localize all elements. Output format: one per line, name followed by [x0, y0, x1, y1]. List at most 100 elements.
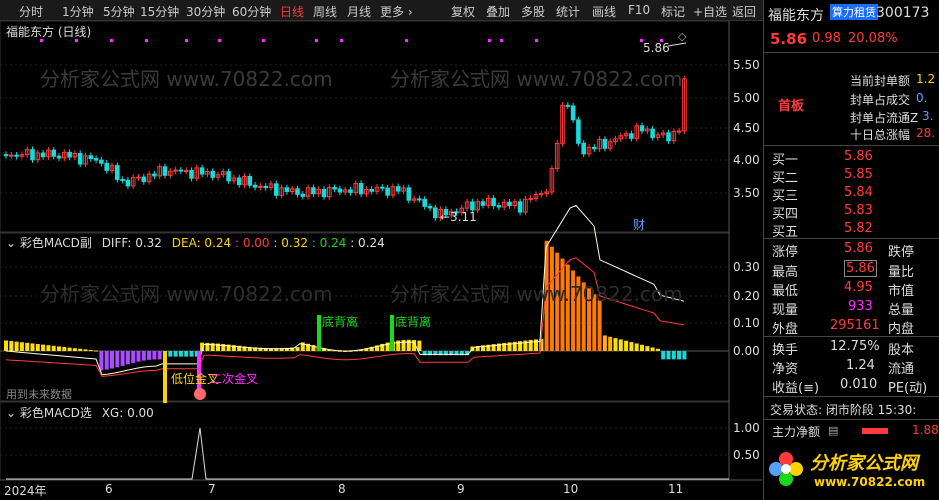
back-button[interactable]: 返回	[732, 3, 756, 20]
candle-body	[592, 146, 597, 150]
candle-body	[247, 176, 253, 186]
add-watchlist-button[interactable]: +自选	[693, 3, 727, 20]
candle-body	[77, 153, 83, 165]
stats-button[interactable]: 统计	[556, 3, 580, 20]
x-axis-label: 8	[338, 482, 346, 496]
macd-bar	[110, 351, 114, 369]
macd-bar	[608, 336, 613, 351]
golden-cross-bar-1	[163, 351, 167, 403]
tab-1min[interactable]: 1分钟	[62, 3, 94, 20]
x-axis-label: 7	[208, 482, 216, 496]
tab-more[interactable]: 更多 ›	[380, 3, 413, 20]
fund-label: 股本	[888, 343, 915, 358]
macd-bar	[4, 340, 8, 351]
high-price-marker: 5.86	[643, 41, 670, 55]
candle-body	[274, 183, 279, 196]
tab-5min[interactable]: 5分钟	[103, 3, 135, 20]
second-golden-cross-label: 二次金叉	[210, 371, 258, 386]
candle-body	[581, 142, 587, 155]
candle-body	[88, 155, 94, 160]
macd-bar	[152, 351, 157, 360]
multi-stock-button[interactable]: 多股	[521, 3, 545, 20]
macd-bar	[602, 335, 607, 351]
tab-fenshi[interactable]: 分时	[19, 3, 43, 20]
bid-label: 买一	[772, 153, 799, 168]
xg-axis-label: 0.50	[733, 448, 760, 462]
x-axis-label: 10	[563, 482, 579, 496]
mark-button[interactable]: 标记	[661, 3, 685, 20]
diamond-icon[interactable]: ◇	[678, 30, 687, 43]
quote-label: 最高	[772, 265, 799, 280]
macd-bar	[67, 347, 72, 351]
quote-label: 现量	[772, 303, 799, 318]
signal-dot	[340, 39, 343, 42]
macd-bar	[666, 351, 671, 360]
candle-body	[3, 154, 9, 157]
logo-url: www.70822.com	[814, 475, 926, 489]
tab-daily[interactable]: 日线	[280, 3, 304, 20]
overlay-button[interactable]: 叠加	[486, 3, 510, 20]
fuquan-button[interactable]: 复权	[451, 3, 475, 20]
tab-15min[interactable]: 15分钟	[140, 3, 179, 20]
quote-value: 5.86	[844, 260, 877, 277]
quote-value: 933	[848, 299, 873, 314]
kline-chart[interactable]: 底背离 底背离 低位金叉 二次金叉 5.86 ←3.11 财 ◇ 分析家公式网 …	[0, 21, 762, 500]
price-axis-label: 5.00	[733, 91, 760, 105]
candle-body	[136, 176, 141, 179]
candle-body	[99, 159, 104, 164]
candle-body	[406, 187, 412, 201]
macd-bar	[62, 347, 67, 351]
macd-bar	[640, 344, 644, 351]
main-pane-title: 福能东方 (日线)	[6, 25, 92, 39]
candle-body	[385, 187, 390, 196]
fund-value: 1.24	[846, 358, 875, 373]
finance-badge[interactable]: 财	[633, 218, 645, 232]
divergence-label-2: 底背离	[395, 314, 431, 329]
macd-bar	[19, 342, 24, 351]
candle-body	[507, 201, 512, 206]
macd-bar	[157, 351, 162, 360]
tab-60min[interactable]: 60分钟	[232, 3, 271, 20]
draw-button[interactable]: 画线	[592, 3, 616, 20]
quote-label: 涨停	[772, 245, 799, 260]
quote-label: 市值	[888, 284, 915, 299]
signal-dot	[262, 39, 265, 42]
watermark-2: 分析家公式网 www.70822.com	[390, 67, 683, 91]
macd-bar	[115, 351, 120, 368]
xg-axis-label: 1.00	[733, 421, 760, 435]
tab-monthly[interactable]: 月线	[347, 3, 371, 20]
signal-dot	[110, 39, 113, 42]
fund-value: 0.010	[840, 377, 878, 392]
macd-bar	[141, 351, 146, 361]
macd-bar	[9, 341, 14, 351]
signal-dot	[500, 39, 503, 42]
macd-bar	[677, 351, 682, 360]
fund-label: 流通	[888, 362, 915, 377]
candle-body	[570, 105, 576, 121]
candle-body	[300, 193, 306, 197]
candle-body	[470, 201, 475, 211]
seal-amount-label: 当前封单额	[850, 74, 911, 88]
bid-price: 5.86	[844, 149, 873, 164]
concept-tag[interactable]: 算力租赁	[830, 4, 878, 20]
price-axis-label: 4.00	[733, 153, 760, 167]
bid-price: 5.84	[844, 185, 873, 200]
candle-body	[67, 151, 72, 158]
macd-bar	[99, 351, 104, 371]
macd-bar	[178, 351, 183, 357]
macd-axis-label: 0.00	[733, 344, 760, 358]
tab-weekly[interactable]: 周线	[313, 3, 337, 20]
candle-body	[348, 189, 353, 193]
f10-button[interactable]: F10	[628, 3, 650, 17]
macd-bar	[147, 351, 152, 360]
fund-label: 收益(≡)	[772, 381, 820, 396]
list-icon[interactable]: ▤	[828, 424, 838, 437]
chart-area[interactable]: 底背离 底背离 低位金叉 二次金叉 5.86 ←3.11 财 ◇ 分析家公式网 …	[0, 21, 762, 500]
signal-dot	[145, 39, 148, 42]
macd-bar	[88, 349, 93, 351]
candle-body	[380, 186, 385, 189]
candle-body	[422, 198, 427, 207]
stock-name[interactable]: 福能东方	[768, 5, 824, 25]
candle-body	[104, 162, 110, 171]
tab-30min[interactable]: 30分钟	[186, 3, 225, 20]
